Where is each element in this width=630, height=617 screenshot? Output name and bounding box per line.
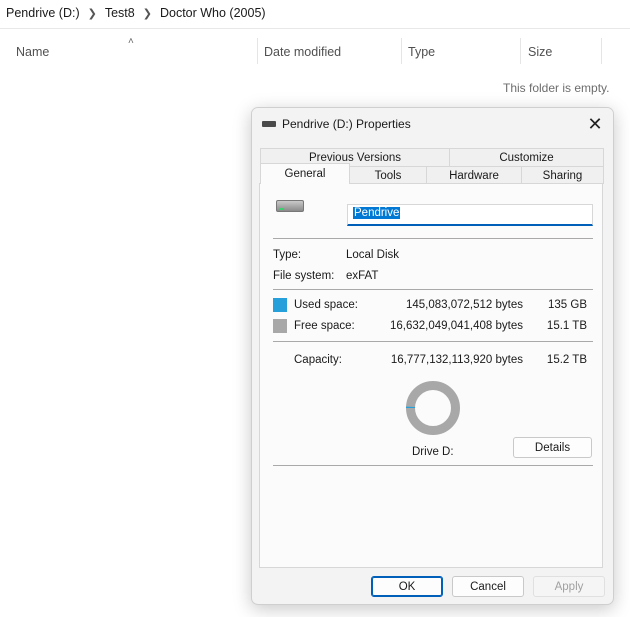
free-space-label: Free space: bbox=[294, 320, 355, 332]
close-button[interactable]: ✕ bbox=[577, 108, 613, 140]
ok-button[interactable]: OK bbox=[371, 576, 443, 597]
cancel-button[interactable]: Cancel bbox=[452, 576, 524, 597]
used-space-bytes: 145,083,072,512 bytes bbox=[405, 299, 523, 311]
used-space-label: Used space: bbox=[294, 299, 358, 311]
drive-icon bbox=[276, 200, 304, 212]
column-separator[interactable] bbox=[257, 38, 258, 64]
empty-folder-message: This folder is empty. bbox=[503, 81, 610, 95]
details-button[interactable]: Details bbox=[513, 437, 592, 458]
free-space-short: 15.1 TB bbox=[546, 320, 587, 332]
column-header-date-modified[interactable]: Date modified bbox=[264, 45, 341, 59]
column-header-size[interactable]: Size bbox=[528, 45, 552, 59]
dialog-titlebar[interactable]: Pendrive (D:) Properties ✕ bbox=[252, 108, 613, 140]
capacity-short: 15.2 TB bbox=[546, 354, 587, 366]
tab-row-bottom: General Tools Hardware Sharing bbox=[260, 163, 604, 184]
drive-name-input[interactable]: Pendrive bbox=[347, 204, 593, 226]
breadcrumb-item-pendrive[interactable]: Pendrive (D:) bbox=[6, 6, 80, 20]
column-separator[interactable] bbox=[601, 38, 602, 64]
free-space-bytes: 16,632,049,041,408 bytes bbox=[389, 320, 523, 332]
used-space-short: 135 GB bbox=[548, 299, 587, 311]
type-value: Local Disk bbox=[346, 249, 400, 261]
tab-general[interactable]: General bbox=[260, 163, 350, 184]
sort-up-icon: ˄ bbox=[128, 36, 134, 47]
usage-donut-chart bbox=[406, 381, 460, 435]
properties-dialog: Pendrive (D:) Properties ✕ Previous Vers… bbox=[251, 107, 614, 605]
divider bbox=[273, 238, 593, 239]
file-system-label: File system: bbox=[273, 270, 335, 282]
divider bbox=[273, 341, 593, 342]
header-divider bbox=[0, 28, 630, 29]
dialog-title: Pendrive (D:) Properties bbox=[282, 117, 411, 131]
capacity-label: Capacity: bbox=[294, 354, 342, 366]
apply-button[interactable]: Apply bbox=[533, 576, 605, 597]
used-space-swatch bbox=[273, 298, 287, 312]
type-label: Type: bbox=[273, 249, 302, 261]
breadcrumb: Pendrive (D:) ❯ Test8 ❯ Doctor Who (2005… bbox=[6, 4, 266, 22]
chevron-right-icon: ❯ bbox=[87, 7, 97, 20]
free-space-swatch bbox=[273, 319, 287, 333]
file-system-value: exFAT bbox=[346, 270, 379, 282]
breadcrumb-item-test8[interactable]: Test8 bbox=[105, 6, 135, 20]
tab-hardware[interactable]: Hardware bbox=[426, 166, 522, 184]
drive-icon bbox=[262, 121, 276, 127]
breadcrumb-item-doctor-who[interactable]: Doctor Who (2005) bbox=[160, 6, 266, 20]
drive-letter-label: Drive D: bbox=[412, 446, 454, 458]
tab-sharing[interactable]: Sharing bbox=[521, 166, 604, 184]
chevron-right-icon: ❯ bbox=[142, 7, 152, 20]
general-tab-panel: Pendrive Type: Local Disk File system: e… bbox=[259, 183, 603, 568]
column-separator[interactable] bbox=[401, 38, 402, 64]
capacity-bytes: 16,777,132,113,920 bytes bbox=[390, 354, 523, 366]
tab-customize[interactable]: Customize bbox=[449, 148, 604, 166]
donut-free-segment bbox=[406, 381, 460, 435]
divider bbox=[273, 465, 593, 466]
column-header-type[interactable]: Type bbox=[408, 45, 435, 59]
close-icon: ✕ bbox=[587, 113, 603, 134]
drive-name-selected-text: Pendrive bbox=[353, 207, 401, 219]
column-separator[interactable] bbox=[520, 38, 521, 64]
column-header-name[interactable]: Name bbox=[16, 45, 49, 59]
divider bbox=[273, 289, 593, 290]
tab-tools[interactable]: Tools bbox=[349, 166, 427, 184]
